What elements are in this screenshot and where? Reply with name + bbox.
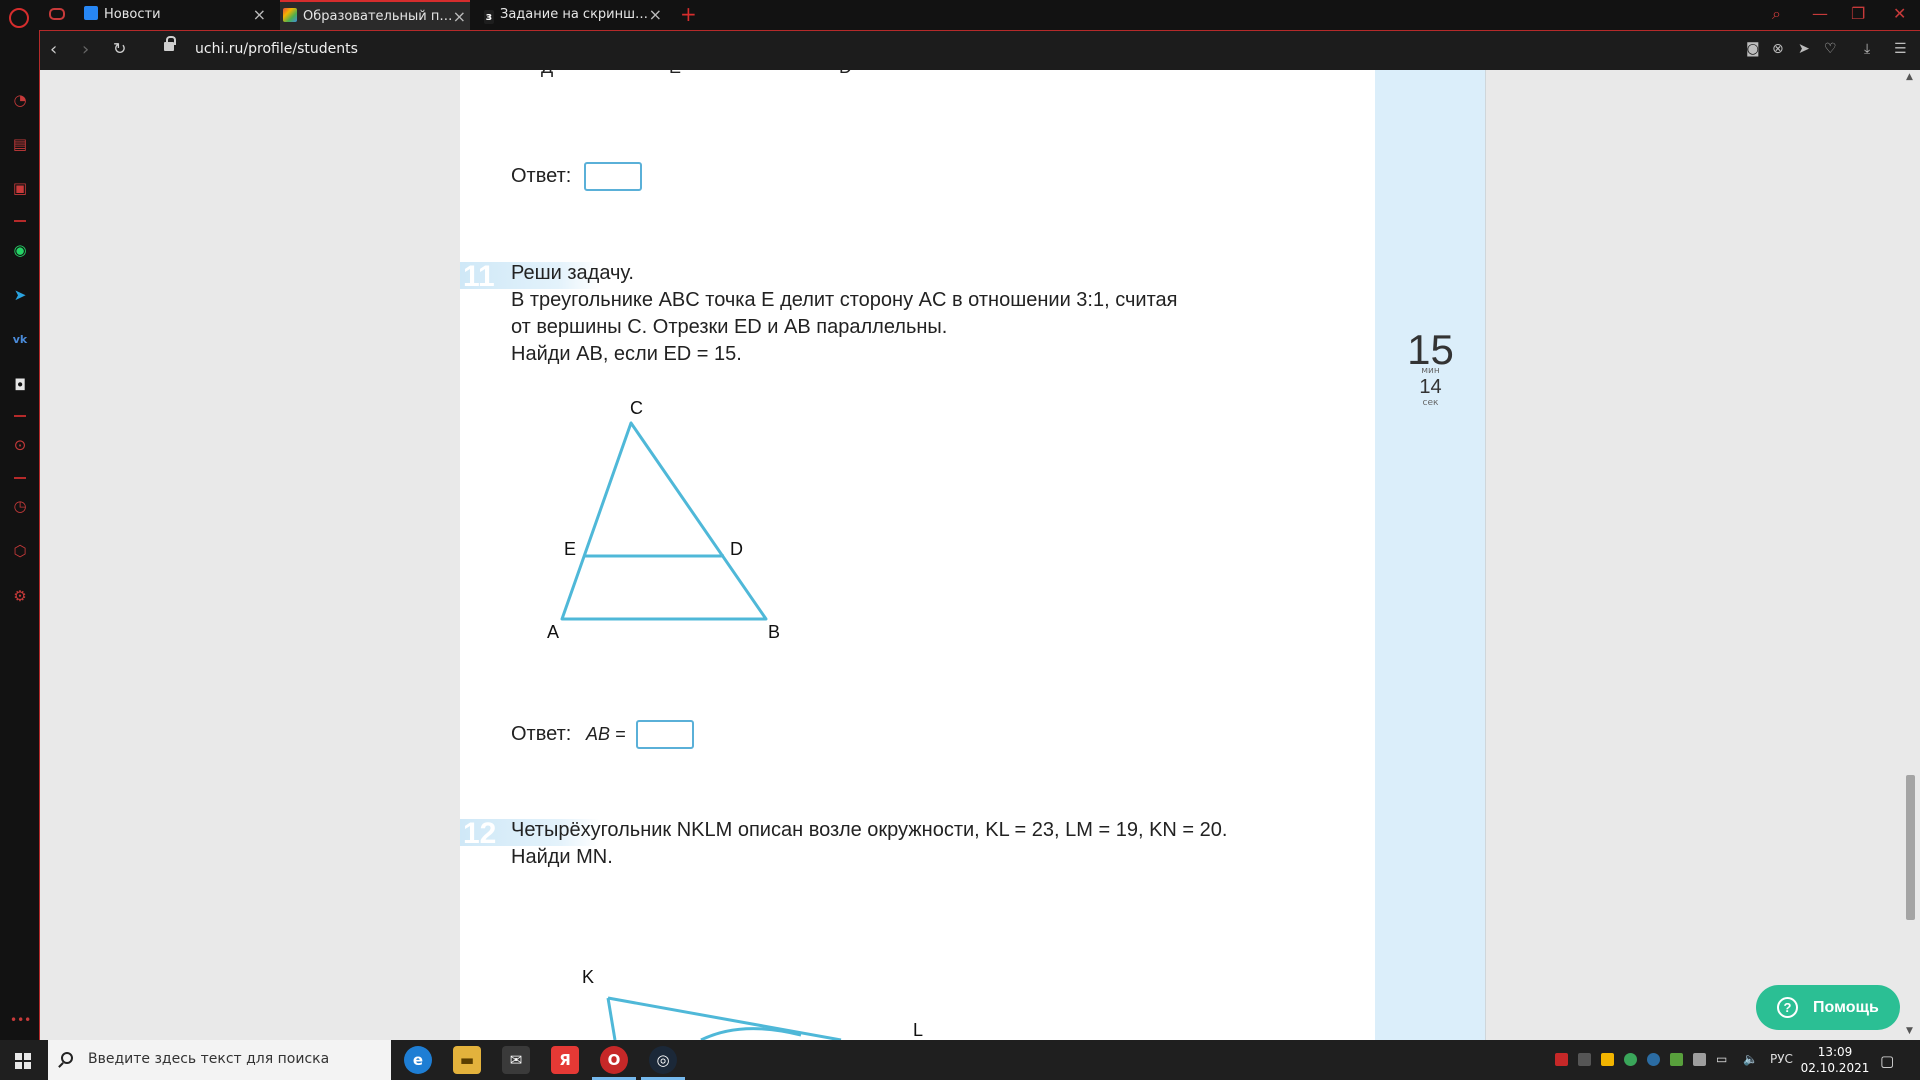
scrollbar-thumb[interactable] [1906,775,1915,920]
tab-label: Задание на скриншоте по [500,7,650,22]
new-tab-button[interactable]: + [680,0,697,28]
vk-icon [84,6,98,20]
tray-app-icon[interactable] [1601,1053,1614,1066]
windows-taskbar: Введите здесь текст для поиска e ▬ ✉ Я O… [0,1040,1920,1080]
shopping-icon[interactable]: ▤ [10,134,30,154]
search-placeholder: Введите здесь текст для поиска [88,1051,330,1067]
edge-icon[interactable]: e [404,1046,432,1074]
more-icon[interactable]: ••• [10,1010,31,1030]
segment-kl [607,996,842,1040]
tab-label: Новости [104,7,161,22]
heart-icon[interactable]: ♡ [1824,41,1837,57]
tray-app-icon[interactable] [1555,1053,1568,1066]
browser-tab-bar: Новости × Образовательный портал × з Зада… [0,0,1920,30]
camera-icon[interactable]: ◙ [1746,41,1760,57]
mail-icon[interactable]: ✉ [502,1046,530,1074]
quadrilateral-figure [606,996,842,1040]
back-button[interactable]: ‹ [50,39,57,60]
znanija-icon: з [484,10,494,24]
history-icon[interactable]: ◷ [10,496,30,516]
tab-uchi[interactable]: Образовательный портал × [280,0,470,30]
yandex-browser-icon[interactable]: Я [551,1046,579,1074]
opera-menu-icon[interactable] [9,8,29,28]
forward-button[interactable]: › [82,39,89,60]
language-indicator[interactable]: РУС [1770,1052,1793,1066]
tab-label: Образовательный портал [303,9,453,24]
page-viewport: 15 мин 14 сек Д Е D Ответ: 11 Реши задач… [41,70,1920,1040]
timer-panel: 15 мин 14 сек [1375,70,1486,1040]
address-bar: ‹ › ↻ uchi.ru/profile/students ◙ ⊗ ➤ ♡ ⤓… [40,30,1920,70]
tab-news[interactable]: Новости × [84,0,270,30]
tray-app-icon[interactable] [1693,1053,1706,1066]
steam-icon[interactable]: ◎ [649,1046,677,1074]
divider [14,415,26,417]
gamepad-icon[interactable] [49,8,65,20]
whatsapp-icon[interactable]: ◉ [10,240,30,260]
discord-icon[interactable]: ◘ [10,375,30,395]
player-icon[interactable]: ⊙ [10,435,30,455]
telegram-icon[interactable]: ➤ [10,285,30,305]
uchi-icon [283,8,297,22]
question-icon: ? [1777,997,1798,1018]
taskbar-search[interactable]: Введите здесь текст для поиска [48,1040,391,1080]
timer-minutes-unit: мин [1421,366,1440,376]
speed-dial-icon[interactable]: ◔ [10,90,30,110]
point-label-k: K [582,967,595,987]
file-explorer-icon[interactable]: ▬ [453,1046,481,1074]
windows-start-icon[interactable] [15,1053,31,1069]
point-label-l: L [913,1020,924,1040]
scroll-up-arrow[interactable]: ▲ [1906,72,1913,82]
tab-znanija[interactable]: з Задание на скриншоте по × [476,0,666,30]
divider [14,477,26,479]
restore-button[interactable]: ❐ [1851,0,1865,30]
adblock-icon[interactable]: ⊗ [1772,41,1784,57]
segment-kn [606,997,617,1040]
timer-seconds: 14 [1419,376,1442,398]
easy-setup-icon[interactable]: ☰ [1894,41,1907,57]
volume-icon[interactable]: 🔈 [1743,1052,1758,1066]
settings-icon[interactable]: ⚙ [10,586,30,606]
search-tabs-icon[interactable]: ⌕ [1772,0,1781,30]
help-button[interactable]: ? Помощь [1756,985,1900,1030]
tray-app-icon[interactable] [1578,1053,1591,1066]
extensions-icon[interactable]: ⬡ [10,541,30,561]
notifications-icon[interactable]: ▢ [1880,1052,1894,1070]
steam-tray-icon[interactable] [1647,1053,1660,1066]
divider [14,220,26,222]
send-icon[interactable]: ➤ [1798,41,1810,57]
scroll-down-arrow[interactable]: ▼ [1906,1026,1913,1036]
twitch-icon[interactable]: ▣ [10,178,30,198]
opera-gx-icon[interactable]: O [600,1046,628,1074]
close-window-button[interactable]: ✕ [1893,0,1906,30]
close-icon[interactable]: × [253,0,266,30]
nvidia-icon[interactable] [1670,1053,1683,1066]
inscribed-circle [700,1027,802,1040]
clock-time: 13:09 [1817,1045,1853,1059]
minimize-button[interactable]: — [1812,0,1828,30]
tray-app-icon[interactable] [1624,1053,1637,1066]
network-icon[interactable]: ▭ [1716,1052,1727,1066]
url-field[interactable]: uchi.ru/profile/students [195,41,358,57]
timer-seconds-unit: сек [1422,398,1439,408]
clock[interactable]: 13:09 02.10.2021 [1800,1044,1870,1076]
close-icon[interactable]: × [453,2,466,30]
vk-messenger-icon[interactable]: vk [10,330,30,350]
clock-date: 02.10.2021 [1800,1061,1870,1075]
opera-sidebar: ◔ ▤ ▣ ◉ ➤ vk ◘ ⊙ ◷ ⬡ ⚙ ••• [0,30,40,1040]
lock-icon [164,36,176,51]
close-icon[interactable]: × [649,0,662,30]
search-icon [61,1052,73,1064]
download-icon[interactable]: ⤓ [1864,41,1870,57]
help-label: Помощь [1813,999,1879,1016]
reload-button[interactable]: ↻ [113,39,126,58]
